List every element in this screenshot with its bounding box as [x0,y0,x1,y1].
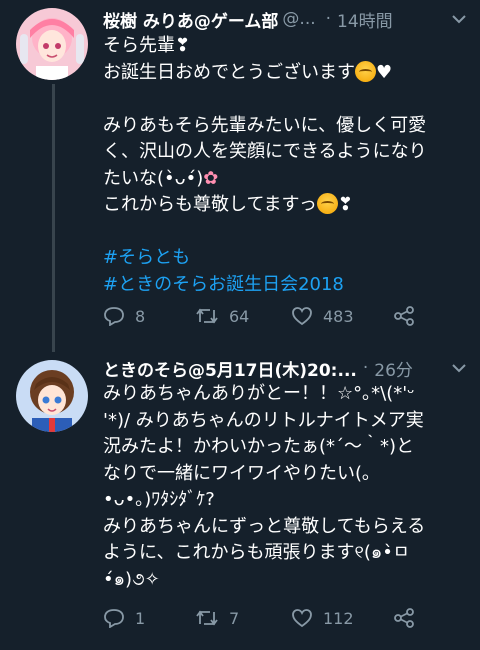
tweet-time[interactable]: 14時間 [337,7,393,32]
reply-count: 1 [135,608,146,628]
tweet-line: なりで一緒にワイワイやりたい(｡ [103,462,372,484]
avatar-miria[interactable] [16,8,88,80]
separator-dot: · [362,358,369,378]
tweet-header: ときのそら@5月17日(木)20:... · 26分 [103,353,470,383]
share-button[interactable] [393,608,425,628]
hugging-emoji-icon [355,60,376,82]
share-icon [394,306,414,326]
retweet-icon [196,308,218,324]
reply-button[interactable]: 8 [103,306,195,326]
tweet-actions: 8 64 483 [103,301,443,331]
retweet-button[interactable]: 7 [195,608,291,628]
tweet-line: 況みたよ！かわいかったぁ(*´～｀*)と [103,436,415,457]
hashtag-link[interactable]: #ときのそらお誕生日会2018 [103,272,473,299]
hashtag-link[interactable]: #そらとも [103,245,473,272]
reply-icon [104,307,124,326]
tweet-line: お誕生日おめでとうございます ♥ [103,60,473,87]
like-count: 112 [323,608,354,628]
like-icon [292,609,312,628]
tweet-line: •ᴗ•｡)ﾜﾀｼﾀﾞｹ? [103,489,215,510]
tweet-time[interactable]: 26分 [374,356,413,381]
author-name[interactable]: 桜樹 みりあ@ゲーム部 [103,7,278,32]
tweet-line: たいな(•̀ᴗ•́)✿ [103,166,473,193]
tweet-actions: 1 7 112 [103,603,443,633]
like-icon [292,307,312,326]
avatar-tokino-sora[interactable] [16,360,88,432]
reply-icon [104,609,124,628]
share-icon [394,608,414,628]
tweet-line: みりあちゃんにずっと尊敬してもらえる [103,515,426,537]
share-button[interactable] [393,306,425,326]
chevron-down-icon[interactable] [448,8,470,30]
text-line-7: これからも尊敬してますっ [103,194,317,215]
tweet-header: 桜樹 みりあ@ゲーム部 @... · 14時間 [103,4,470,34]
like-count: 483 [323,306,354,326]
reply-button[interactable]: 1 [103,608,195,628]
tweet-line: そら先輩❣ [103,33,473,60]
retweet-button[interactable]: 64 [195,306,291,326]
like-button[interactable]: 112 [291,608,393,628]
author-name[interactable]: ときのそら@5月17日(木)20:... [103,356,357,381]
retweet-count: 7 [229,608,240,628]
tweet-text: みりあちゃんありがとー！！☆°｡*\(*'ᵕ '*)/ みりあちゃんのリトルナイ… [103,381,473,593]
reply-count: 8 [135,306,146,326]
chevron-down-icon[interactable] [448,357,470,379]
cherry-blossom-icon: ✿ [203,167,219,189]
text-line-1: そら先輩❣ [103,35,191,56]
tweet-line: みりあちゃんありがとー！！☆°｡*\(*'ᵕ [103,383,415,404]
heart-exclamation-icon: ❣ [337,194,353,215]
heart-icon: ♥ [376,61,393,83]
text-line-2: お誕生日おめでとうございます [103,61,355,83]
tweet-line: •́๑)૭✧ [103,568,160,590]
text-line-6: たいな(•̀ᴗ•́) [103,167,204,189]
text-line-4: みりあもそら先輩みたいに、優しく可愛 [103,114,427,136]
retweet-icon [196,610,218,626]
retweet-count: 64 [229,306,250,326]
like-button[interactable]: 483 [291,306,393,326]
hugging-emoji-icon [316,193,338,214]
tweet-line: みりあもそら先輩みたいに、優しく可愛 [103,113,473,140]
tweet-text: そら先輩❣ お誕生日おめでとうございます ♥ みりあもそら先輩みたいに、優しく可愛… [103,33,473,298]
author-handle[interactable]: @... [282,9,315,29]
tweet-line: これからも尊敬してますっ ❣ [103,192,473,219]
tweet-line: く、沢山の人を笑顔にできるようになり [103,139,473,166]
separator-dot: · [325,9,332,29]
tweet-line: ように、これからも頑張ります୧(๑•̀ㅁ [103,542,410,563]
text-line-5: く、沢山の人を笑顔にできるようになり [103,141,427,162]
tweet-line: '*)/ みりあちゃんのリトルナイトメア実 [103,409,424,431]
thread-connector-line [52,84,55,352]
